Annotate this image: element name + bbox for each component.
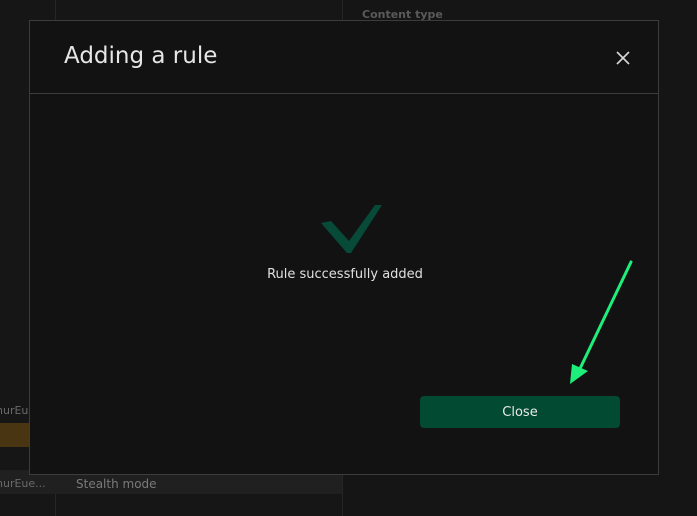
close-x-icon[interactable] [614,49,632,67]
background-row-label: hurEue [0,404,30,417]
adding-rule-dialog: Adding a rule Rule successfully added Cl… [29,20,659,475]
success-message: Rule successfully added [267,267,423,282]
checkmark-icon [321,203,385,255]
dialog-header: Adding a rule [30,21,658,94]
checkmark-icon-graphic [321,205,382,253]
close-button[interactable]: Close [420,396,620,428]
app-window: Content type hurEue hurEue... Stealth mo… [0,0,697,516]
background-row-label-text: hurEue [0,404,30,417]
background-row-label-2-text: hurEue... [0,477,46,490]
background-stealth-mode-label: Stealth mode [76,477,157,491]
dialog-title: Adding a rule [64,43,218,69]
background-row-label-2: hurEue... [0,477,48,490]
background-highlight-cell [0,423,30,447]
close-x-icon-graphic [616,51,630,65]
